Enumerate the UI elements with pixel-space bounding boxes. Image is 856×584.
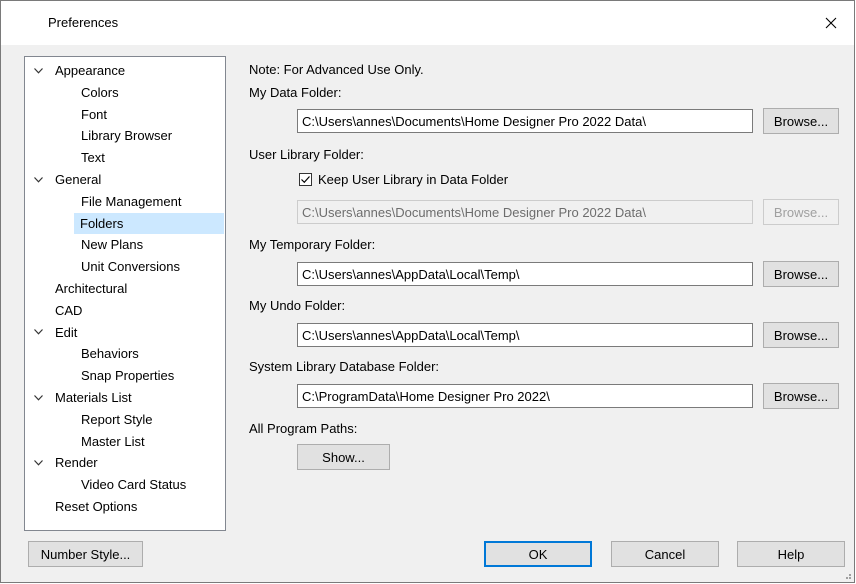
tree-item[interactable]: New Plans	[26, 234, 224, 255]
tree-item[interactable]: Unit Conversions	[26, 256, 224, 277]
undo-browse-button[interactable]: Browse...	[763, 322, 839, 348]
tree-item-label: Folders	[80, 215, 124, 231]
tree-item[interactable]: Video Card Status	[26, 474, 224, 495]
tree-item-label: Architectural	[55, 281, 128, 296]
tree-item[interactable]: Behaviors	[26, 343, 224, 364]
tree-item[interactable]: Report Style	[26, 409, 224, 430]
tree-item-label: Edit	[55, 324, 78, 340]
tree-item-label: Reset Options	[55, 499, 138, 514]
temporary-folder-label: My Temporary Folder:	[249, 237, 376, 252]
temporary-browse-button[interactable]: Browse...	[763, 261, 839, 287]
chevron-down-icon[interactable]	[32, 60, 44, 81]
keep-user-library-checkbox[interactable]	[299, 173, 312, 186]
undo-folder-field[interactable]	[297, 323, 753, 347]
tree-item-label: Text	[81, 150, 105, 166]
chevron-down-icon[interactable]	[32, 322, 44, 343]
cancel-button[interactable]: Cancel	[611, 541, 719, 567]
tree-item[interactable]: Font	[26, 104, 224, 125]
tree-item[interactable]: Folders	[74, 212, 224, 234]
tree-item-label: Video Card Status	[81, 477, 187, 493]
tree-item[interactable]: Architectural	[26, 278, 224, 299]
system-library-folder-label: System Library Database Folder:	[249, 359, 440, 374]
tree-item[interactable]: Library Browser	[26, 125, 224, 146]
tree-item-label: Master List	[81, 433, 145, 449]
resize-grip-icon[interactable]	[842, 570, 852, 580]
tree-item-label: Materials List	[55, 390, 132, 405]
tree-item[interactable]: Appearance	[26, 60, 224, 81]
tree-item-label: File Management	[81, 193, 182, 209]
category-tree[interactable]: Appearance Colors Font Library Browser Text G…	[24, 56, 226, 531]
tree-item-label: Library Browser	[81, 128, 173, 144]
ok-button[interactable]: OK	[484, 541, 592, 567]
tree-item-label: Appearance	[55, 63, 126, 78]
help-button[interactable]: Help	[737, 541, 845, 567]
tree-item[interactable]: File Management	[26, 191, 224, 212]
advanced-note: Note: For Advanced Use Only.	[249, 62, 424, 77]
tree-item[interactable]: Colors	[26, 82, 224, 103]
user-library-browse-button: Browse...	[763, 199, 839, 225]
tree-item[interactable]: Text	[26, 147, 224, 168]
tree-item[interactable]: Materials List	[26, 387, 224, 408]
my-data-folder-field[interactable]	[297, 109, 753, 133]
checkmark-icon	[301, 176, 310, 184]
all-program-paths-label: All Program Paths:	[249, 421, 358, 436]
tree-item[interactable]: Master List	[26, 431, 224, 452]
chevron-down-icon[interactable]	[32, 387, 44, 408]
my-data-browse-button[interactable]: Browse...	[763, 108, 839, 134]
tree-item-label: Font	[81, 106, 108, 122]
title-bar: Preferences	[1, 1, 854, 45]
tree-item[interactable]: CAD	[26, 300, 224, 321]
undo-folder-label: My Undo Folder:	[249, 298, 346, 313]
tree-item-label: General	[55, 172, 102, 187]
my-data-folder-label: My Data Folder:	[249, 85, 342, 100]
tree-item[interactable]: Edit	[26, 322, 224, 343]
tree-item[interactable]: Reset Options	[26, 496, 224, 517]
user-library-folder-field	[297, 200, 753, 224]
chevron-down-icon[interactable]	[32, 169, 44, 190]
tree-item-label: Unit Conversions	[81, 259, 180, 275]
close-button[interactable]	[808, 1, 854, 45]
user-library-folder-label: User Library Folder:	[249, 147, 364, 162]
system-library-folder-field[interactable]	[297, 384, 753, 408]
tree-item-label: New Plans	[81, 237, 144, 253]
system-library-browse-button[interactable]: Browse...	[763, 383, 839, 409]
show-paths-button[interactable]: Show...	[297, 444, 390, 470]
chevron-down-icon[interactable]	[32, 452, 44, 473]
window-title: Preferences	[48, 15, 119, 30]
tree-item[interactable]: Snap Properties	[26, 365, 224, 386]
tree-item[interactable]: Render	[26, 452, 224, 473]
tree-item-label: Snap Properties	[81, 368, 175, 384]
temporary-folder-field[interactable]	[297, 262, 753, 286]
tree-item-label: Render	[55, 455, 98, 471]
tree-item-label: CAD	[55, 302, 83, 318]
tree-item-label: Colors	[81, 84, 119, 100]
tree-item-label: Behaviors	[81, 346, 139, 362]
number-style-button[interactable]: Number Style...	[28, 541, 143, 567]
tree-item[interactable]: General	[26, 169, 224, 190]
tree-item-label: Report Style	[81, 411, 153, 427]
keep-user-library-label[interactable]: Keep User Library in Data Folder	[318, 172, 508, 187]
close-icon	[825, 17, 837, 29]
preferences-dialog: Preferences Appearance Colors Font Library …	[0, 0, 855, 583]
